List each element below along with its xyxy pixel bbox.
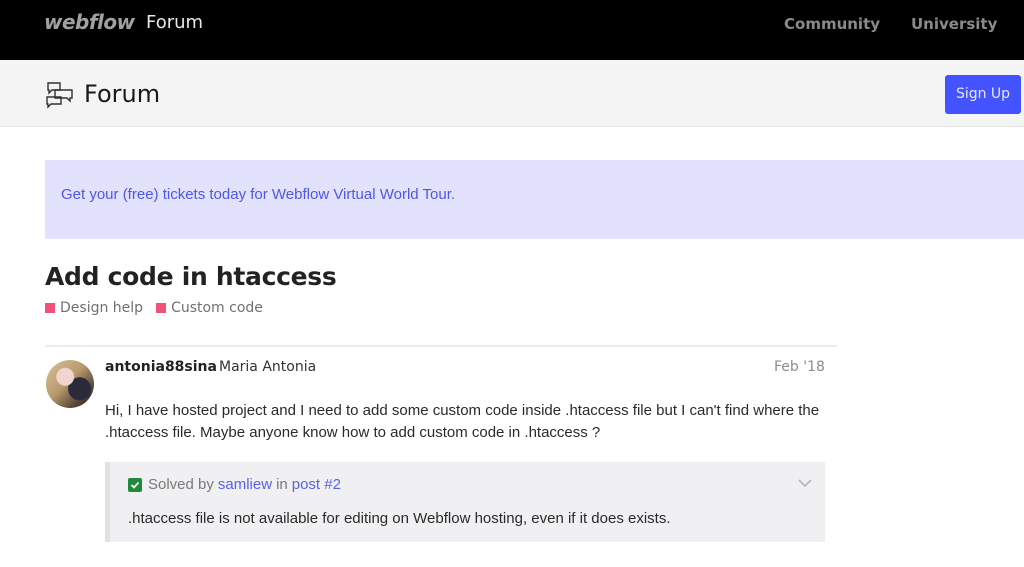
forum-brand-label[interactable]: Forum bbox=[146, 12, 203, 33]
solution-excerpt: .htaccess file is not available for edit… bbox=[128, 510, 671, 527]
post-divider bbox=[45, 345, 837, 347]
nav-community[interactable]: Community bbox=[784, 15, 880, 33]
webflow-logo[interactable]: webflow bbox=[44, 10, 135, 34]
nav-university[interactable]: University bbox=[911, 15, 997, 33]
in-label: in bbox=[276, 476, 288, 493]
chevron-down-icon[interactable] bbox=[797, 475, 813, 491]
post-body: Hi, I have hosted project and I need to … bbox=[105, 402, 820, 441]
solved-by-label: Solved by bbox=[148, 476, 214, 493]
post-username[interactable]: antonia88sina bbox=[105, 359, 217, 375]
sign-up-button[interactable]: Sign Up bbox=[945, 75, 1021, 114]
category-label: Custom code bbox=[171, 300, 263, 316]
category-swatch-icon bbox=[45, 303, 55, 313]
category-design-help[interactable]: Design help bbox=[45, 300, 143, 316]
forum-title[interactable]: Forum bbox=[84, 80, 160, 108]
category-swatch-icon bbox=[156, 303, 167, 313]
post-date[interactable]: Feb '18 bbox=[774, 359, 825, 375]
chat-bubbles-icon[interactable] bbox=[45, 81, 75, 109]
category-label: Design help bbox=[60, 300, 144, 316]
topic-title[interactable]: Add code in htaccess bbox=[45, 262, 337, 291]
accepted-answer-box: Solved by samliew in post #2 .htaccess f… bbox=[105, 462, 825, 542]
category-custom-code[interactable]: Custom code bbox=[156, 300, 263, 316]
avatar[interactable] bbox=[46, 360, 94, 408]
announcement-banner: Get your (free) tickets today for Webflo… bbox=[45, 160, 1024, 239]
solved-header: Solved by samliew in post #2 bbox=[128, 476, 345, 493]
top-navbar: webflow Forum Community University bbox=[0, 0, 1024, 60]
solver-link[interactable]: samliew bbox=[218, 476, 272, 493]
post-full-name[interactable]: Maria Antonia bbox=[219, 359, 316, 375]
checkmark-icon bbox=[128, 477, 142, 492]
banner-link[interactable]: Get your (free) tickets today for Webflo… bbox=[61, 186, 455, 203]
forum-header: Forum Sign Up bbox=[0, 60, 1024, 127]
solution-post-link[interactable]: post #2 bbox=[292, 476, 341, 493]
topic-categories: Design help Custom code bbox=[45, 300, 276, 316]
